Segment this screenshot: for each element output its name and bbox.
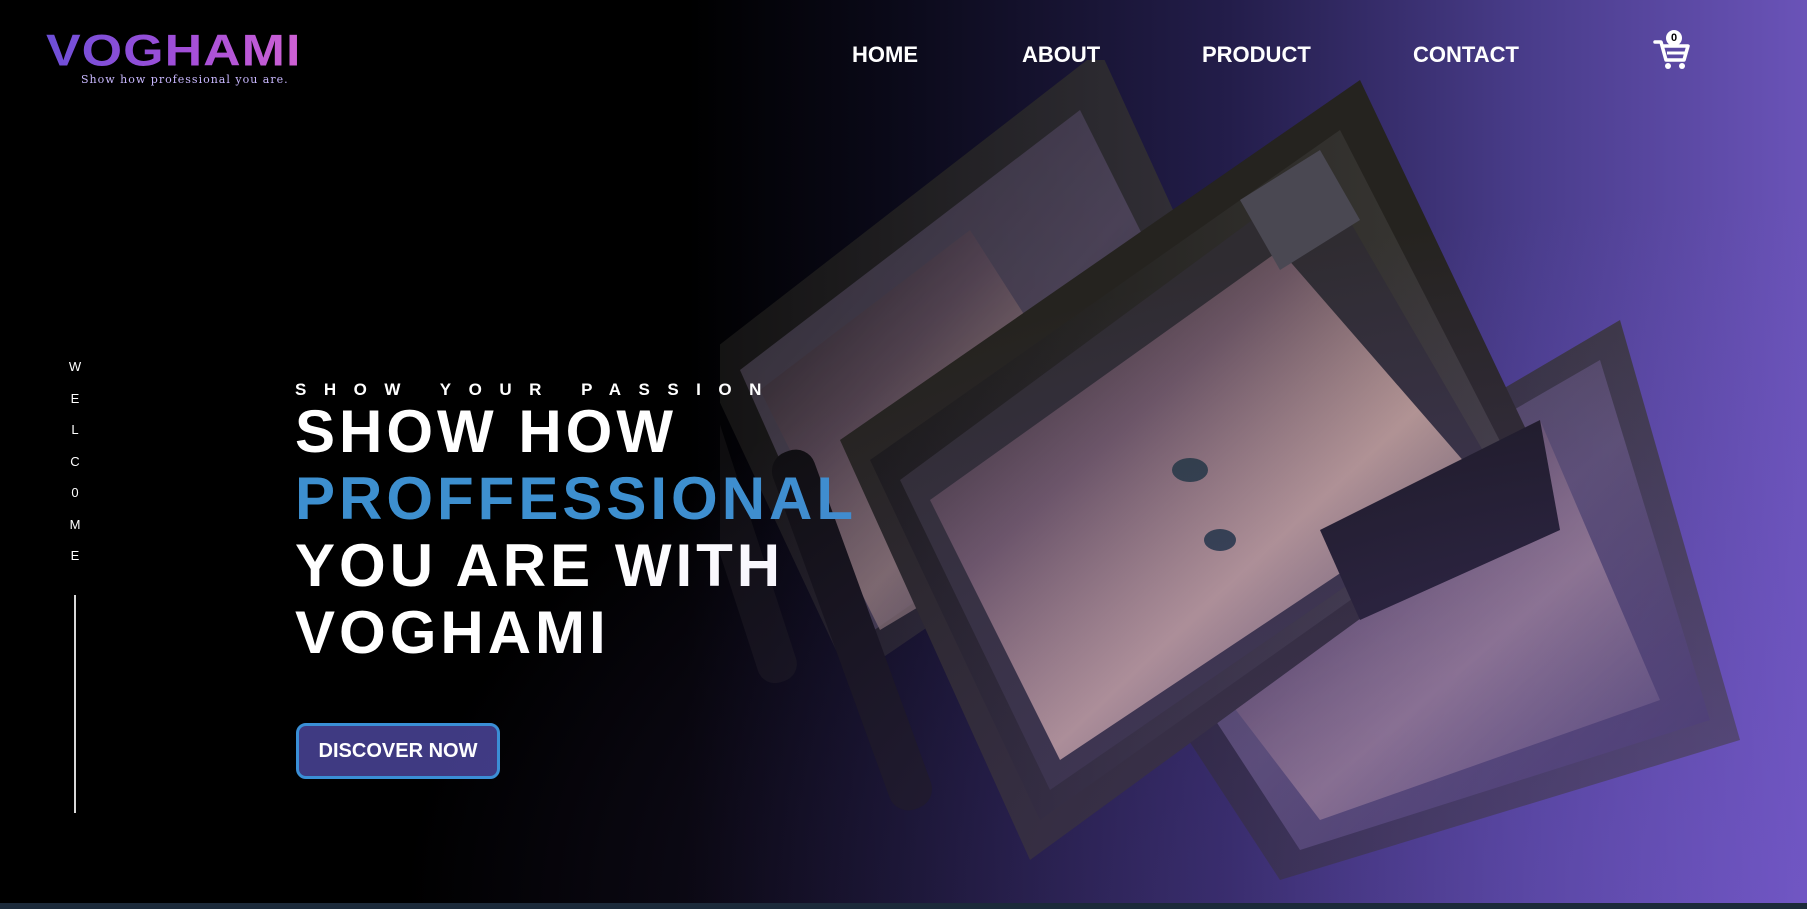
tablet-illustration	[720, 60, 1740, 880]
headline-line-1: SHOW HOW	[295, 398, 677, 465]
hero-headline: SHOW HOW PROFFESSIONAL YOU ARE WITH VOGH…	[295, 398, 857, 666]
welcome-divider	[74, 595, 76, 813]
welcome-letter: M	[69, 516, 81, 532]
welcome-letter: E	[70, 390, 80, 406]
bottom-strip	[0, 903, 1807, 909]
cart-button[interactable]: 0	[1652, 30, 1692, 72]
hero-kicker: SHOW YOUR PASSION	[295, 380, 779, 399]
welcome-letter: C	[70, 453, 80, 469]
nav-home[interactable]: HOME	[852, 42, 918, 68]
vertical-welcome: W E L C 0 M E	[66, 360, 84, 581]
discover-now-button[interactable]: DISCOVER NOW	[296, 723, 500, 779]
welcome-letter: W	[68, 359, 82, 374]
nav-contact[interactable]: CONTACT	[1413, 42, 1519, 68]
brand-logo[interactable]: VOGHAMI Show how professional you are.	[46, 28, 356, 92]
hero-section: VOGHAMI Show how professional you are. H…	[0, 0, 1807, 909]
nav-about[interactable]: ABOUT	[1022, 42, 1100, 68]
brand-tagline: Show how professional you are.	[81, 73, 289, 86]
headline-line-3: YOU ARE WITH	[295, 532, 785, 599]
welcome-letter: E	[70, 548, 80, 563]
brand-name: VOGHAMI	[46, 28, 356, 74]
headline-line-2: PROFFESSIONAL	[295, 465, 858, 532]
welcome-letter: L	[71, 422, 79, 437]
cart-count-badge: 0	[1666, 30, 1682, 46]
headline-line-4: VOGHAMI	[295, 599, 610, 666]
nav-product[interactable]: PRODUCT	[1202, 42, 1311, 68]
welcome-letter: 0	[71, 485, 79, 500]
